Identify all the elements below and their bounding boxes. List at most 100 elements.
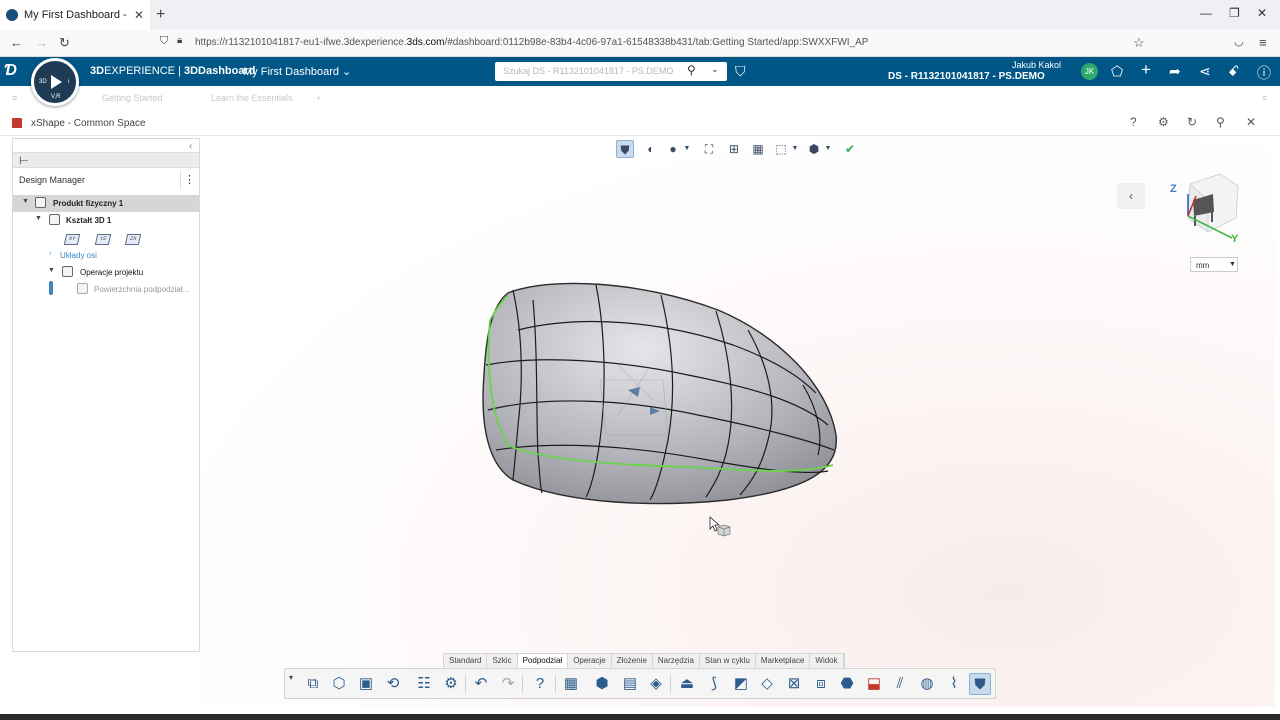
forward-button[interactable]: → — [35, 35, 48, 50]
grid-icon[interactable]: ▦ — [560, 673, 582, 695]
tab-subdivision[interactable]: Podpodział — [517, 654, 569, 668]
validate-icon[interactable]: ✔ — [841, 140, 859, 158]
collapse-panel-icon[interactable]: ‹ — [189, 141, 192, 152]
user-name[interactable]: Jakub Kakol — [1012, 60, 1061, 70]
tag-label-icon[interactable]: ⬠ — [1111, 63, 1123, 80]
browser-tab[interactable]: My First Dashboard - Getting St ✕ — [0, 0, 150, 30]
tab-operations[interactable]: Operacje — [568, 654, 612, 668]
tab-assembly[interactable]: Złożenie — [612, 654, 653, 668]
render-style-icon[interactable]: ◐ — [642, 140, 660, 158]
tab-standard[interactable]: Standard — [444, 654, 488, 668]
tab-view[interactable]: Widok — [810, 654, 844, 668]
tree-node-axis-systems[interactable]: › Układy osi — [13, 247, 199, 264]
fit-all-icon[interactable]: ⛶ — [700, 140, 718, 158]
reload-button[interactable]: ↻ — [59, 35, 70, 51]
undo-icon[interactable]: ↶ — [470, 673, 492, 695]
subdivision-mode-icon[interactable]: ⛊ — [969, 673, 991, 695]
search-icon[interactable]: ⚲ — [687, 63, 696, 77]
help-icon[interactable]: ⓘ — [1257, 63, 1271, 83]
settings-icon[interactable]: ⚙ — [440, 673, 462, 695]
close-window-button[interactable]: ✕ — [1257, 6, 1267, 20]
browser-menu-icon[interactable]: ≡ — [1259, 35, 1267, 50]
3d-compass-icon[interactable]: 3D i V,R — [31, 58, 79, 106]
chevron-right-icon[interactable]: › — [49, 250, 51, 257]
action-bar-collapse-icon[interactable]: ▾ — [289, 673, 293, 682]
tree-node-subdivision-surface[interactable]: Powierzchnia podpodział... — [13, 281, 199, 298]
select-mode-icon[interactable]: ⛊ — [616, 140, 634, 158]
view-cube-widget[interactable]: Z Y — [1168, 172, 1242, 242]
tree-node-product[interactable]: ▼ Produkt fizyczny 1 — [13, 195, 199, 212]
face-icon[interactable]: ◩ — [730, 673, 752, 695]
shield-icon[interactable]: ⛉ — [160, 35, 168, 48]
units-select[interactable]: mm ▼ — [1190, 257, 1238, 272]
sweep-icon[interactable]: ⌇ — [943, 673, 965, 695]
pocket-icon[interactable]: ◡ — [1234, 35, 1244, 48]
minimize-window-button[interactable]: — — [1200, 6, 1212, 20]
selection-box-icon[interactable]: ⬚ — [772, 140, 790, 158]
split-icon[interactable]: ⊠ — [783, 673, 805, 695]
more-options-icon[interactable]: ⋮ — [180, 171, 198, 189]
save-icon[interactable]: ▣ — [355, 673, 377, 695]
gear-icon[interactable]: ⚙ — [1158, 115, 1169, 129]
bridge-icon[interactable]: ⟆ — [703, 673, 725, 695]
search-scope-chevron-icon[interactable]: ⌄ — [711, 64, 719, 75]
zx-plane-icon[interactable]: ZX — [124, 234, 142, 245]
refresh-icon[interactable]: ↻ — [1187, 115, 1197, 129]
refresh-model-icon[interactable]: ⟲ — [382, 673, 404, 695]
crease-icon[interactable]: ⫽ — [889, 673, 911, 695]
search-field[interactable]: Szukaj DS - R1132101041817 - PS.DEMO ⚲ ⌄ — [495, 62, 727, 81]
tab-tools[interactable]: Narzędzia — [653, 654, 700, 668]
share-icon[interactable]: ➦ — [1169, 63, 1181, 80]
open-icon[interactable]: ⬡ — [328, 673, 350, 695]
add-icon[interactable]: + — [1141, 60, 1151, 80]
xy-plane-icon[interactable]: XY — [63, 234, 81, 245]
close-icon[interactable]: ✕ — [1246, 115, 1256, 129]
yz-plane-icon[interactable]: YZ — [94, 234, 112, 245]
tag-icon[interactable]: ⛉ — [735, 63, 746, 80]
restore-window-button[interactable]: ❐ — [1229, 6, 1240, 20]
subdivision-surface-model[interactable] — [478, 275, 843, 510]
edge-loop-icon[interactable]: ⧈ — [810, 673, 832, 695]
view-cube-icon[interactable]: ⬢ — [805, 140, 823, 158]
extrude-icon[interactable]: ⏏ — [676, 673, 698, 695]
help-icon[interactable]: ? — [1130, 115, 1137, 129]
expand-arrow-icon[interactable]: ▼ — [35, 215, 42, 222]
subdivide-icon[interactable]: ◈ — [645, 673, 667, 695]
add-tab-icon[interactable]: + — [316, 93, 321, 103]
selection-dropdown-icon[interactable]: ▼ — [791, 140, 799, 158]
shading-icon[interactable]: ● — [664, 140, 682, 158]
new-tab-button[interactable]: + — [156, 6, 165, 24]
url-field[interactable]: https://r1132101041817-eu1-ifwe.3dexperi… — [195, 37, 868, 48]
expand-arrow-icon[interactable]: ▼ — [48, 267, 55, 274]
back-button[interactable]: ← — [10, 35, 23, 50]
redo-icon[interactable]: ↷ — [497, 673, 519, 695]
bookmark-star-icon[interactable]: ☆ — [1133, 35, 1145, 51]
plane-primitive-icon[interactable]: ▤ — [619, 673, 641, 695]
avatar[interactable]: JK — [1081, 63, 1098, 80]
section-view-icon[interactable]: ⊞ — [725, 140, 743, 158]
ruler-icon[interactable]: ▦ — [749, 140, 767, 158]
help-icon[interactable]: ? — [529, 673, 551, 695]
properties-icon[interactable]: ☷ — [413, 673, 435, 695]
close-tab-icon[interactable]: ✕ — [134, 8, 144, 22]
cube-primitive-icon[interactable]: ⬢ — [591, 673, 613, 695]
tabs-overflow-icon[interactable]: ≡ — [1262, 93, 1267, 103]
tab-getting-started[interactable]: Getting Started — [102, 93, 163, 103]
tree-icon[interactable]: ⊢ — [19, 154, 29, 167]
lock-icon[interactable]: 🔒︎ — [177, 35, 182, 46]
community-icon[interactable]: ꗃ — [1228, 63, 1239, 80]
tab-sketch[interactable]: Szkic — [487, 654, 518, 668]
view-dropdown-icon[interactable]: ▼ — [824, 140, 832, 158]
mirror-icon[interactable]: ⬓ — [863, 673, 885, 695]
tab-lifecycle[interactable]: Stan w cyklu — [700, 654, 756, 668]
network-share-icon[interactable]: ⋖ — [1199, 63, 1211, 80]
new-shape-icon[interactable]: ⧉ — [302, 673, 324, 695]
shading-dropdown-icon[interactable]: ▼ — [683, 140, 691, 158]
tabs-menu-icon[interactable]: ≡ — [12, 93, 17, 103]
fill-icon[interactable]: ◇ — [756, 673, 778, 695]
collapse-compass-icon[interactable]: ‹ — [1117, 183, 1145, 209]
box-tool-icon[interactable]: ⬣ — [836, 673, 858, 695]
expand-arrow-icon[interactable]: ▼ — [22, 198, 29, 205]
pin-icon[interactable]: ⚲ — [1216, 115, 1225, 129]
tenant-selector[interactable]: DS - R1132101041817 - PS.DEMO — [888, 71, 1045, 82]
